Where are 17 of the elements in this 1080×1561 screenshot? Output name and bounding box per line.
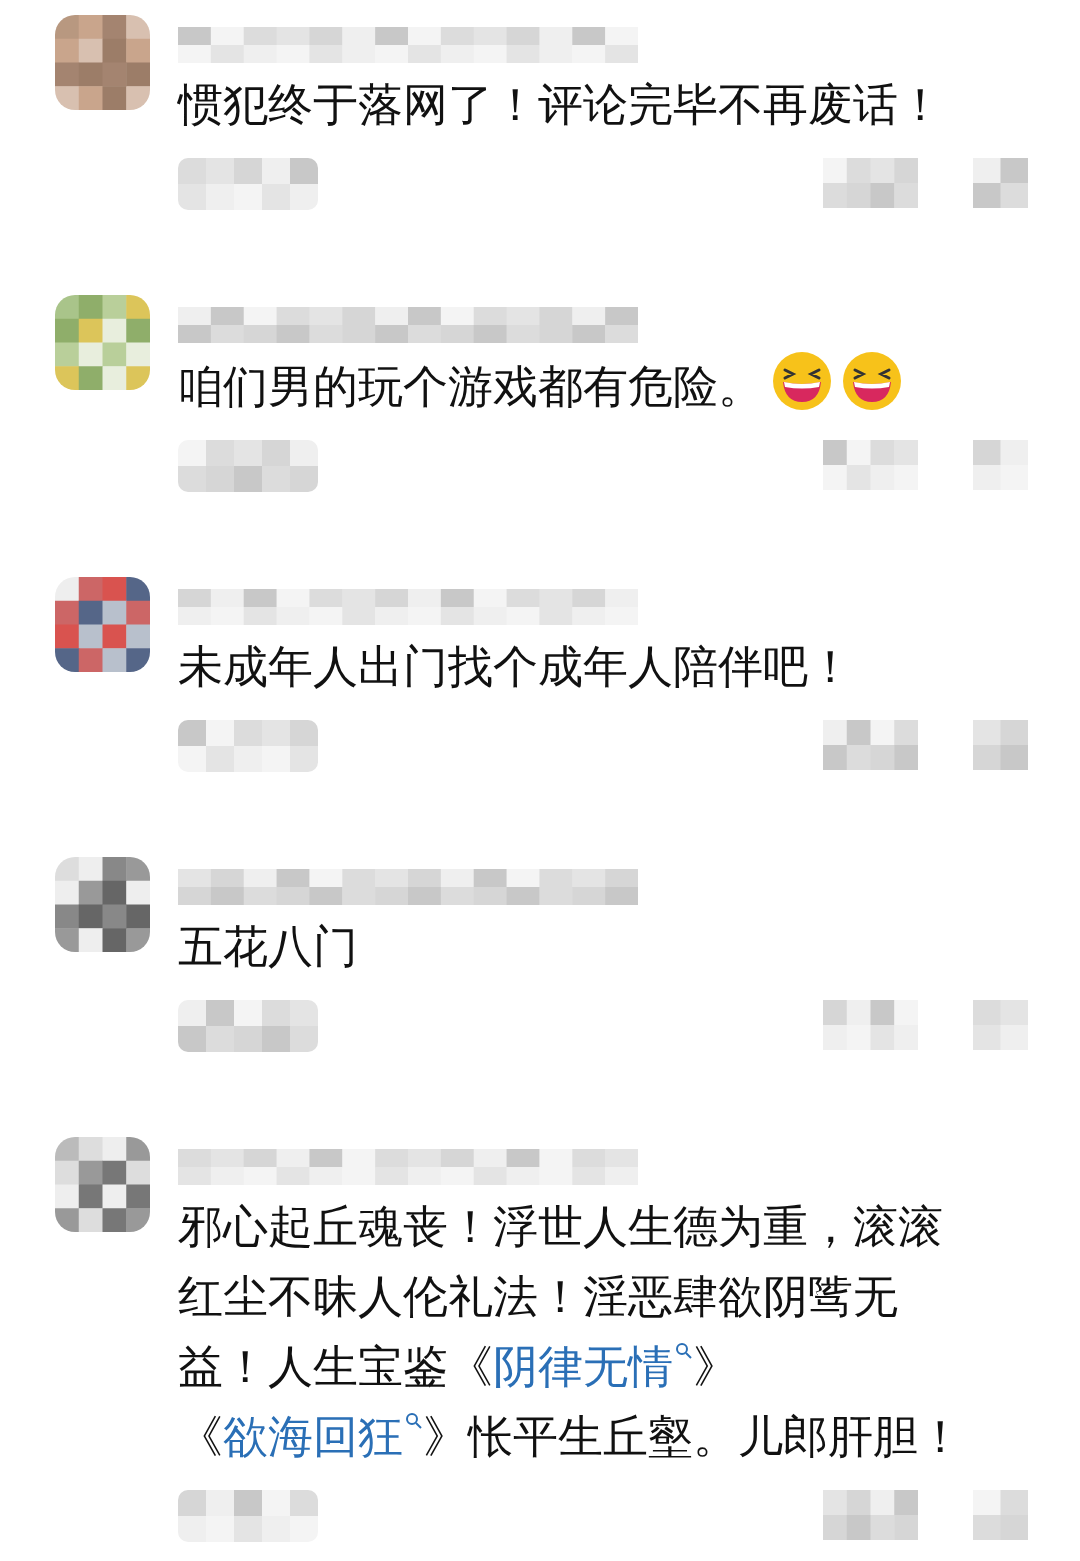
comment-text: 惯犯终于落网了！评论完毕不再废话！ <box>178 77 944 133</box>
comment-text: 未成年人出门找个成年人陪伴吧！ <box>178 639 854 695</box>
pixelated-action-icon <box>823 720 918 770</box>
pixelated-action-icon <box>823 1000 918 1050</box>
pixelated-action-icon <box>973 720 1028 770</box>
pixelated-action-icon <box>823 158 918 208</box>
pixelated-action-icon <box>973 1490 1028 1540</box>
comment-text: 五花八门 <box>178 919 359 975</box>
comment-text: 咱们男的玩个游戏都有危险。 <box>178 350 978 422</box>
pixelated-action-icon <box>823 440 918 490</box>
comment-text: 邪心起丘魂丧！浮世人生德为重，滚滚红尘不昧人伦礼法！淫恶肆欲阴骘无益！人生宝鉴《阴律无情 》《欲海回狂 》怅平生丘壑。儿郎肝胆！ <box>178 1199 964 1465</box>
pixelated-action-icon <box>973 1000 1028 1050</box>
pixelated-action-icon <box>973 440 1028 490</box>
pixelated-action-icon <box>823 1490 918 1540</box>
search-link[interactable]: 阴律无情 <box>493 1340 693 1393</box>
pixelated-action-icon <box>973 158 1028 208</box>
search-link[interactable]: 欲海回狂 <box>223 1410 423 1463</box>
